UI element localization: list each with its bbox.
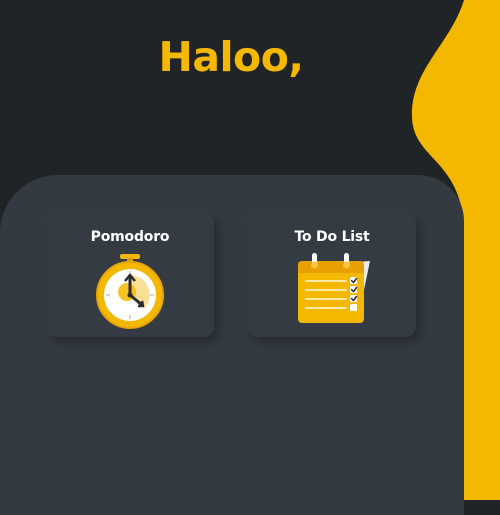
todo-list-card-label: To Do List: [294, 229, 370, 245]
pomodoro-card[interactable]: Pomodoro: [46, 213, 214, 337]
pomodoro-card-label: Pomodoro: [90, 229, 170, 245]
todo-list-card[interactable]: To Do List: [248, 213, 416, 337]
checklist-icon: [298, 253, 370, 323]
greeting-title: Haloo,: [158, 33, 304, 81]
stopwatch-icon: [96, 254, 164, 329]
